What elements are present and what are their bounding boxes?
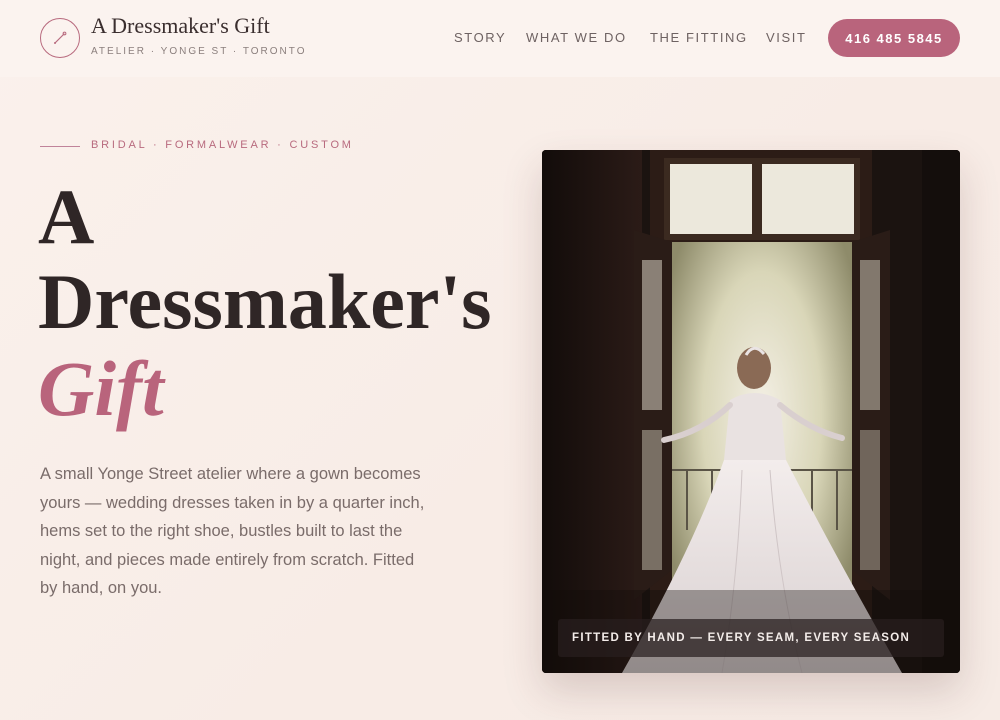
nav-item-what-we-do[interactable]: WHAT WE DO [526,30,627,45]
hero-eyebrow: BRIDAL · FORMALWEAR · CUSTOM [91,139,354,151]
hero-title-line2: Dressmaker's [38,258,492,345]
nav-item-story[interactable]: STORY [454,30,506,45]
needle-icon[interactable] [40,18,80,58]
brand-subtitle: ATELIER · YONGE ST · TORONTO [91,46,307,57]
eyebrow-divider [40,146,80,147]
nav-item-visit[interactable]: VISIT [766,30,807,45]
hero-description: A small Yonge Street atelier where a gow… [40,465,425,598]
hero-photo [542,150,960,673]
site-header: A Dressmaker's Gift ATELIER · YONGE ST ·… [0,0,1000,77]
hero-title-line1: A [38,173,95,260]
photo-caption: FITTED BY HAND — EVERY SEAM, EVERY SEASO… [558,619,944,657]
hero-title-line3: Gift [38,345,164,432]
brand-name[interactable]: A Dressmaker's Gift [91,13,270,39]
nav-item-the-fitting[interactable]: THE FITTING [650,30,748,45]
phone-button[interactable]: 416 485 5845 [828,19,960,57]
